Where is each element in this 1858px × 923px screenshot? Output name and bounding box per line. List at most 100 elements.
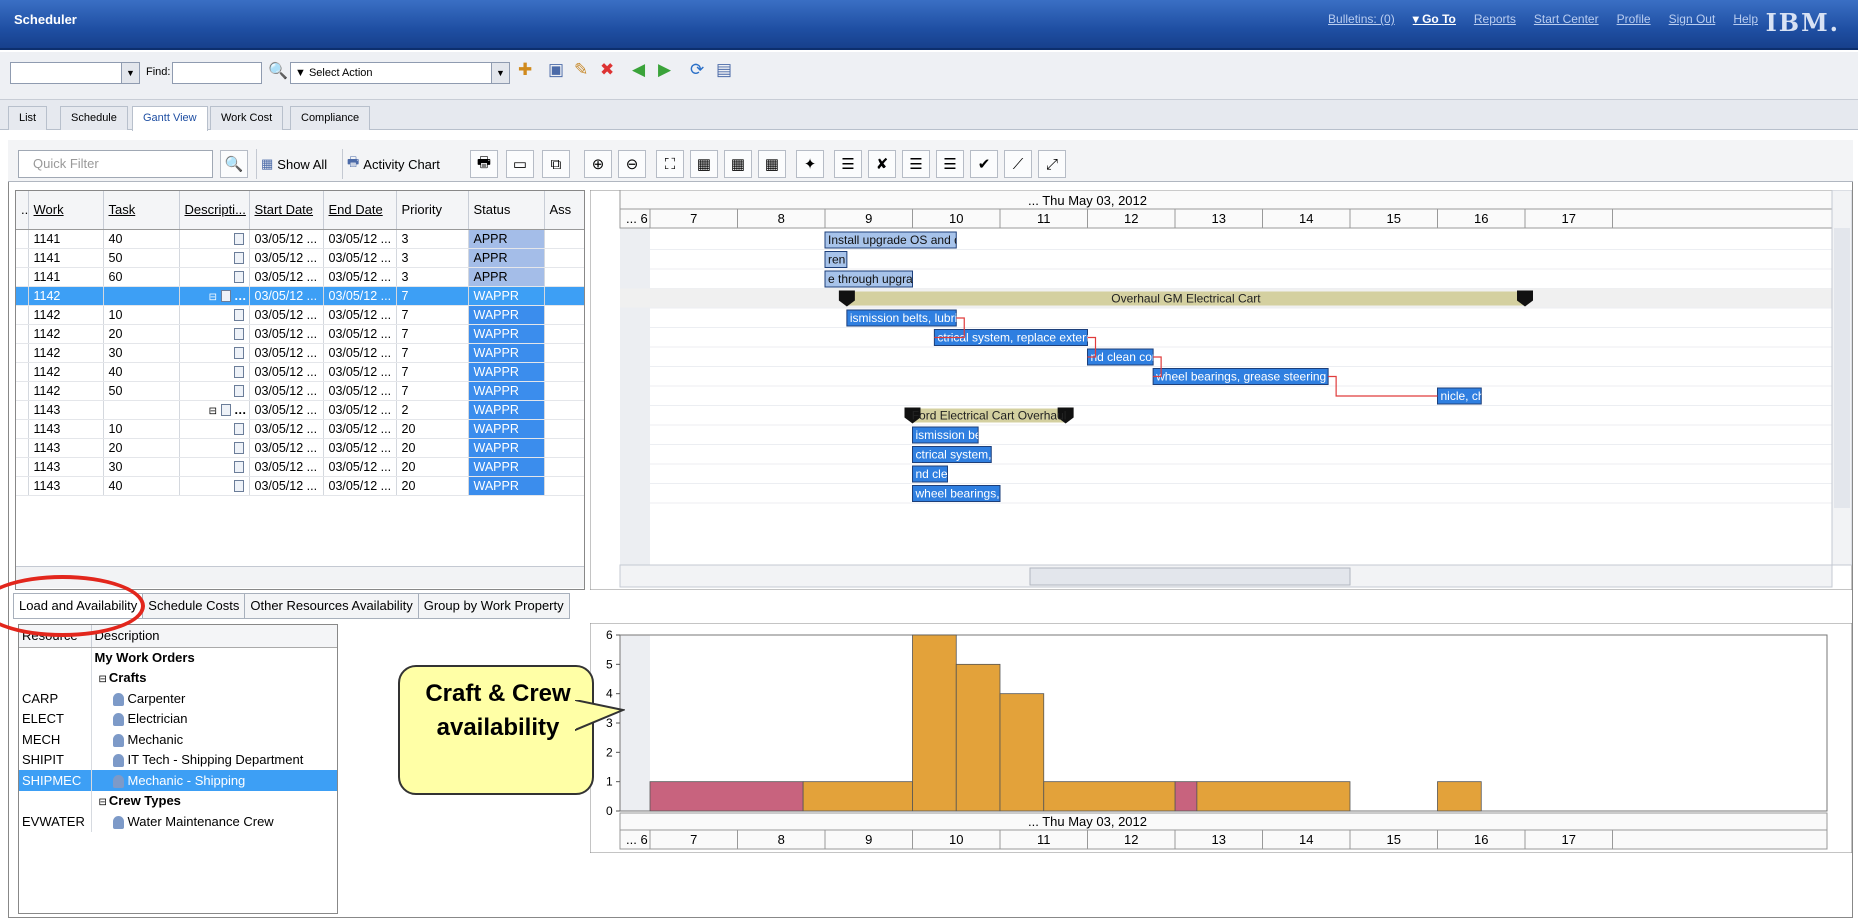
filter-bars-icon[interactable]: ☰: [936, 150, 964, 178]
table-row[interactable]: 1143 10 03/05/12 ... 03/05/12 ... 20 WAPPR: [16, 419, 584, 439]
table-row[interactable]: 1143 ⊟… 03/05/12 ... 03/05/12 ... 2 WAPPR: [16, 400, 584, 420]
zoom-in-icon[interactable]: ⊕: [584, 150, 612, 178]
col-end-date[interactable]: End Date: [323, 191, 397, 230]
resource-row[interactable]: ELECT Electrician: [19, 708, 337, 729]
find-input[interactable]: [172, 62, 262, 84]
go-to-link[interactable]: ▾ Go To: [1413, 12, 1456, 26]
calendar-week-icon[interactable]: ▦: [724, 150, 752, 178]
table-row[interactable]: 1141 50 03/05/12 ... 03/05/12 ... 3 APPR: [16, 248, 584, 268]
schedule-icon[interactable]: ✦: [796, 150, 824, 178]
delete-icon[interactable]: ✖: [600, 60, 614, 80]
new-record-icon[interactable]: ✚: [518, 60, 532, 80]
bulletins-link[interactable]: Bulletins: (0): [1328, 12, 1395, 26]
search-icon[interactable]: 🔍: [220, 150, 248, 178]
task-bar[interactable]: nicle, ch: [1437, 387, 1485, 405]
x-tick-label: 11: [1037, 832, 1051, 847]
table-row[interactable]: 1143 30 03/05/12 ... 03/05/12 ... 20 WAPPR: [16, 457, 584, 477]
start-center-link[interactable]: Start Center: [1534, 12, 1599, 26]
tab-compliance[interactable]: Compliance: [290, 106, 371, 130]
reports-link[interactable]: Reports: [1474, 12, 1516, 26]
edit-icon[interactable]: ✎: [574, 60, 588, 80]
table-row[interactable]: 1141 40 03/05/12 ... 03/05/12 ... 3 APPR: [16, 229, 584, 249]
col-start-date[interactable]: Start Date: [249, 191, 324, 230]
previous-icon[interactable]: ◀: [632, 60, 645, 80]
help-link[interactable]: Help: [1733, 12, 1758, 26]
resource-row[interactable]: ⊟ Crew Types: [19, 790, 337, 811]
col-status[interactable]: Status: [468, 191, 545, 230]
resource-row[interactable]: EVWATER Water Maintenance Crew: [19, 811, 337, 832]
work-cell: 1142: [28, 381, 104, 401]
remove-link-icon[interactable]: ✘: [868, 150, 896, 178]
tab-other-resources-availability[interactable]: Other Resources Availability: [244, 593, 418, 619]
approve-icon[interactable]: ✔: [970, 150, 998, 178]
collapse-icon[interactable]: ⊟: [209, 292, 217, 303]
print-icon[interactable]: 🖶: [470, 150, 498, 178]
task-bar[interactable]: wheel bearings, grease steering: [1152, 368, 1329, 385]
col-priority[interactable]: Priority: [396, 191, 469, 230]
status-cell: WAPPR: [468, 286, 545, 306]
refresh-icon[interactable]: ⟳: [690, 60, 704, 80]
record-combo[interactable]: ▼: [10, 62, 140, 84]
window-icon[interactable]: ▤: [716, 60, 732, 80]
fit-icon[interactable]: ⛶: [656, 150, 684, 178]
expand-icon[interactable]: ⤢: [1038, 150, 1066, 178]
tab-schedule-costs[interactable]: Schedule Costs: [142, 593, 245, 619]
show-all-button[interactable]: ▦ Show All: [256, 149, 331, 179]
indent-icon[interactable]: ☰: [834, 150, 862, 178]
resource-row[interactable]: SHIPMEC Mechanic - Shipping: [19, 770, 337, 791]
task-bar[interactable]: nd clean con: [1087, 348, 1159, 366]
col-description[interactable]: Descripti...: [179, 191, 250, 230]
person-icon: [112, 774, 124, 788]
priority-cell: 20: [396, 438, 469, 458]
table-row[interactable]: 1142 40 03/05/12 ... 03/05/12 ... 7 WAPPR: [16, 362, 584, 382]
next-icon[interactable]: ▶: [658, 60, 671, 80]
col-description[interactable]: Description: [91, 625, 337, 648]
quick-filter-input[interactable]: Quick Filter: [18, 150, 213, 178]
tab-group-by-work-property[interactable]: Group by Work Property: [417, 593, 570, 619]
bars-icon[interactable]: ☰: [902, 150, 930, 178]
activity-chart-button[interactable]: 🖶 Activity Chart: [342, 149, 444, 179]
save-icon[interactable]: ▣: [548, 60, 564, 80]
table-row[interactable]: 1141 60 03/05/12 ... 03/05/12 ... 3 APPR: [16, 267, 584, 287]
profile-link[interactable]: Profile: [1617, 12, 1651, 26]
work-cell: 1143: [28, 438, 104, 458]
col-task[interactable]: Task: [103, 191, 180, 230]
x-tick-label: 14: [1299, 832, 1313, 847]
tab-work-cost[interactable]: Work Cost: [210, 106, 284, 130]
resource-row[interactable]: ⊟ Crafts: [19, 667, 337, 688]
collapse-icon[interactable]: ⊟: [99, 674, 107, 685]
collapse-icon[interactable]: ⊟: [99, 797, 107, 808]
resource-row[interactable]: My Work Orders: [19, 647, 337, 668]
table-row[interactable]: 1142 30 03/05/12 ... 03/05/12 ... 7 WAPPR: [16, 343, 584, 363]
calendar-day-icon[interactable]: ▦: [690, 150, 718, 178]
status-cell: WAPPR: [468, 305, 545, 325]
critical-path-icon[interactable]: ⟋: [1004, 150, 1032, 178]
document-icon: [233, 271, 244, 284]
search-icon[interactable]: 🔍: [268, 61, 288, 81]
tab-gantt-view[interactable]: Gantt View: [132, 106, 208, 131]
col-expand[interactable]: ..: [16, 191, 29, 230]
resource-row[interactable]: MECH Mechanic: [19, 729, 337, 750]
collapse-icon[interactable]: ⊟: [209, 406, 217, 417]
zoom-out-icon[interactable]: ⊖: [618, 150, 646, 178]
table-row[interactable]: 1142 10 03/05/12 ... 03/05/12 ... 7 WAPPR: [16, 305, 584, 325]
status-cell: APPR: [468, 267, 545, 287]
table-row[interactable]: 1142 ⊟… 03/05/12 ... 03/05/12 ... 7 WAPPR: [16, 286, 584, 306]
tab-schedule[interactable]: Schedule: [60, 106, 128, 130]
table-row[interactable]: 1142 20 03/05/12 ... 03/05/12 ... 7 WAPPR: [16, 324, 584, 344]
sign-out-link[interactable]: Sign Out: [1669, 12, 1716, 26]
calendar-month-icon[interactable]: ▦: [758, 150, 786, 178]
copy-icon[interactable]: ⧉: [542, 150, 570, 178]
layout-icon[interactable]: ▭: [506, 150, 534, 178]
table-row[interactable]: 1143 20 03/05/12 ... 03/05/12 ... 20 WAPPR: [16, 438, 584, 458]
task-bar[interactable]: ren: [824, 251, 848, 268]
resource-row[interactable]: SHIPIT IT Tech - Shipping Department: [19, 749, 337, 770]
resource-row[interactable]: CARP Carpenter: [19, 688, 337, 709]
table-row[interactable]: 1142 50 03/05/12 ... 03/05/12 ... 7 WAPPR: [16, 381, 584, 401]
col-work[interactable]: Work: [28, 191, 104, 230]
task-bar[interactable]: ismission belts, lubricat: [846, 309, 974, 327]
tab-list[interactable]: List: [8, 106, 48, 130]
table-row[interactable]: 1143 40 03/05/12 ... 03/05/12 ... 20 WAPPR: [16, 476, 584, 496]
col-assignment[interactable]: Ass: [544, 191, 584, 230]
select-action-dropdown[interactable]: ▼ Select Action ▼: [290, 62, 510, 84]
